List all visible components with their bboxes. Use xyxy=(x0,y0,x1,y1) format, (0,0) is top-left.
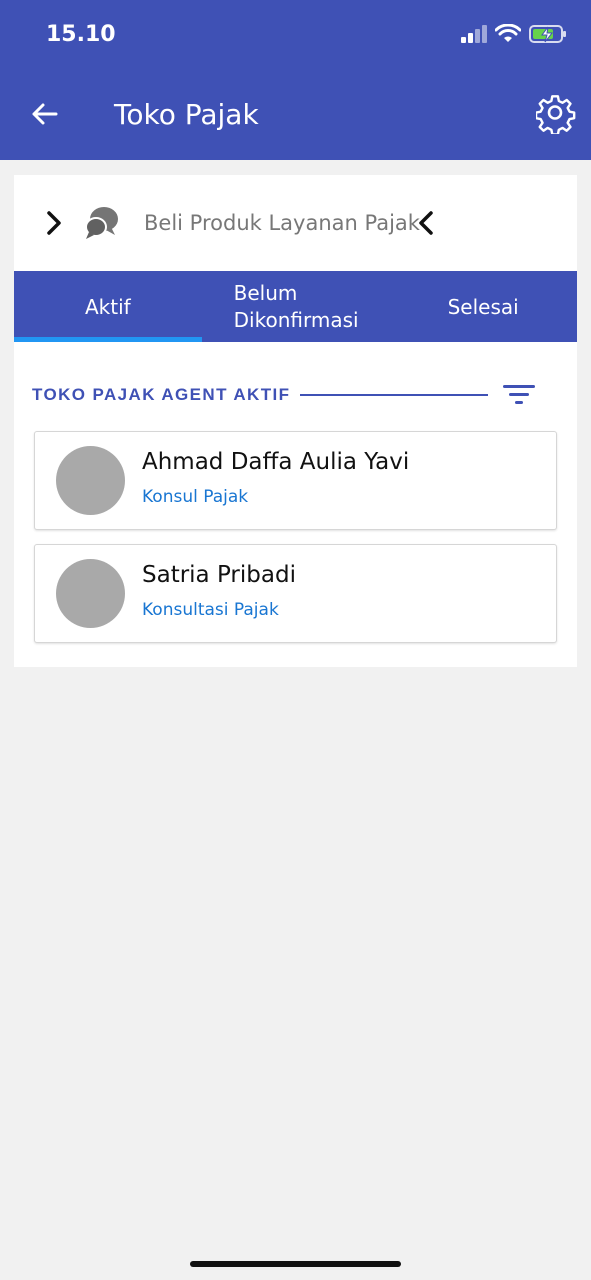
app-bar: 15.10 Toko Pajak xyxy=(0,0,591,160)
chevron-right-icon xyxy=(47,211,61,235)
tab-label-line2: Dikonfirmasi xyxy=(233,307,359,332)
tab-bar: Aktif Belum Dikonfirmasi Selesai xyxy=(14,271,577,342)
agent-card[interactable]: Satria Pribadi Konsultasi Pajak xyxy=(34,544,557,643)
tab-belum-dikonfirmasi[interactable]: Belum Dikonfirmasi xyxy=(202,271,390,342)
wifi-icon xyxy=(495,24,521,42)
tab-aktif-label: Aktif xyxy=(84,294,131,319)
tab-belum-dikonfirmasi-label: Belum Dikonfirmasi xyxy=(234,280,359,334)
agent-name: Ahmad Daffa Aulia Yavi xyxy=(142,449,410,475)
filter-icon[interactable] xyxy=(502,383,536,407)
status-time: 15.10 xyxy=(46,22,116,47)
settings-button[interactable] xyxy=(534,94,576,136)
tab-selesai[interactable]: Selesai xyxy=(389,271,577,342)
section-divider xyxy=(300,394,489,396)
gear-icon xyxy=(534,95,576,136)
tab-label-line1: Belum xyxy=(233,280,298,305)
promo-label: Beli Produk Layanan Pajak xyxy=(144,211,420,235)
agent-card[interactable]: Ahmad Daffa Aulia Yavi Konsul Pajak xyxy=(34,431,557,530)
section-header: TOKO PAJAK AGENT AKTIF xyxy=(32,380,559,410)
content-card: Beli Produk Layanan Pajak Aktif Belum Di… xyxy=(14,175,577,667)
agent-name: Satria Pribadi xyxy=(142,562,296,588)
chat-bubbles-icon xyxy=(85,207,118,239)
agent-role: Konsultasi Pajak xyxy=(142,600,279,620)
chevron-left-icon xyxy=(419,211,433,235)
back-button[interactable] xyxy=(28,96,60,132)
battery-charging-icon xyxy=(529,25,566,43)
home-indicator xyxy=(190,1261,401,1267)
tab-selesai-label: Selesai xyxy=(447,294,519,319)
section-title: TOKO PAJAK AGENT AKTIF xyxy=(32,385,291,404)
status-icons xyxy=(461,24,567,44)
promo-banner[interactable]: Beli Produk Layanan Pajak xyxy=(14,175,577,271)
active-tab-indicator xyxy=(14,337,202,342)
agent-role: Konsul Pajak xyxy=(142,487,249,507)
page-title: Toko Pajak xyxy=(114,98,259,131)
arrow-left-icon xyxy=(32,103,58,125)
avatar xyxy=(56,559,125,628)
tab-aktif[interactable]: Aktif xyxy=(14,271,202,342)
signal-icon xyxy=(461,25,487,43)
avatar xyxy=(56,446,125,515)
